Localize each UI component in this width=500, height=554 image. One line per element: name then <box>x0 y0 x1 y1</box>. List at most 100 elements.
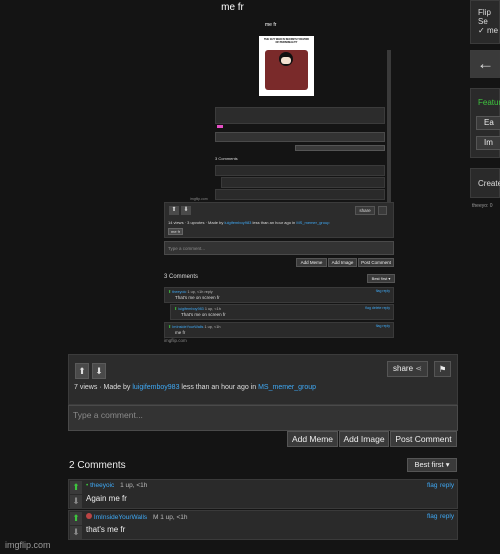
inner-comment-row-3 <box>215 189 385 200</box>
post-comment-button[interactable]: Post Comment <box>390 431 457 447</box>
mid-post-author[interactable]: luigifemboy983 <box>224 220 251 225</box>
inner-tag <box>217 125 223 128</box>
mid-comment-3-text: me fr <box>175 330 186 335</box>
comment-1-reply[interactable]: reply <box>440 482 454 489</box>
comment-2-text: that's me fr <box>86 525 126 534</box>
inner-comment-count: 3 Comments <box>215 156 238 161</box>
share-icon: ⋖ <box>415 364 422 373</box>
add-image-button[interactable]: Add Image <box>339 431 389 447</box>
mid-sort-button[interactable]: Best first ▾ <box>367 274 395 283</box>
me-checkbox[interactable]: ✓ me <box>478 26 498 35</box>
comment-2-flag[interactable]: flag <box>427 513 437 520</box>
comment-2-downvote[interactable]: ⬇ <box>70 526 82 539</box>
mid-share-button[interactable]: share <box>355 206 375 215</box>
mid-comment-2-text: That's me on screen fr <box>181 312 226 317</box>
post-stream[interactable]: MS_memer_group <box>258 384 316 391</box>
upvote-button[interactable]: ⬆ <box>75 363 89 379</box>
mid-flag-button[interactable] <box>378 206 387 215</box>
featured-button-2[interactable]: Im <box>476 136 500 150</box>
featured-button-1[interactable]: Ea <box>476 116 500 130</box>
mid-add-image-button[interactable]: Add Image <box>328 258 357 267</box>
inner-footer: imgflip.com <box>190 197 208 201</box>
mid-comment-2-meta: 1 up, <1h <box>204 307 221 311</box>
mid-comment-1-username[interactable]: theeyoic <box>172 290 186 294</box>
sort-button[interactable]: Best first ▾ <box>407 458 457 472</box>
featured-label: Featur <box>478 98 500 107</box>
comment-1-header: • theeyoic 1 up, <1h <box>86 482 147 489</box>
arrow-up-icon: ⬆ <box>78 366 86 376</box>
sidebar-flip-settings: Flip Se ✓ me <box>470 0 500 44</box>
mid-comment-3-actions[interactable]: flag reply <box>376 324 390 328</box>
share-button[interactable]: share ⋖ <box>387 361 428 377</box>
mid-post-panel: ⬆ ⬇ share 14 views · 3 upvotes · Made by… <box>164 202 394 238</box>
comment-1-flag[interactable]: flag <box>427 482 437 489</box>
comment-2-header: ImInsideYourWalls M 1 up, <1h <box>86 513 188 521</box>
inner-scrollbar[interactable] <box>387 50 391 210</box>
mid-comment-3-username[interactable]: ImInsideYourWalls <box>172 325 203 329</box>
mid-post-stream[interactable]: MS_memer_group <box>296 220 329 225</box>
me-checkbox-label: me <box>486 26 499 35</box>
arrow-left-icon: ← <box>477 54 494 73</box>
mid-add-meme-button[interactable]: Add Meme <box>296 258 327 267</box>
arrow-up-icon: ⬆ <box>72 513 80 523</box>
inner-post-panel <box>215 107 385 124</box>
sidebar-user-tag: theeyo: 0 <box>472 203 493 209</box>
meme-image: me fr THE GUY WHO IS SECRETLY DEVOID OF … <box>164 12 400 343</box>
mid-comment-2-actions[interactable]: flag delete reply <box>365 306 390 310</box>
mid-post-stats: 14 views · 3 upvotes · Made by <box>168 220 224 225</box>
comment-count: 2 Comments <box>69 460 126 471</box>
post-panel: ⬆ ⬇ share ⋖ ⚑ 7 views · Made by luigifem… <box>68 354 458 405</box>
mid-comment-2-user: ⬆ luigifemboy983 1 up, <1h <box>174 307 221 311</box>
inner-title: me fr <box>265 22 277 28</box>
downvote-button[interactable]: ⬇ <box>92 363 106 379</box>
back-arrow-button[interactable]: ← <box>470 50 500 78</box>
footer-watermark: imgflip.com <box>5 540 51 550</box>
create-label: Create <box>478 179 500 188</box>
mid-comment-1-user: ⬆ theeyoic 1 up, <1h reply <box>168 290 213 294</box>
comment-2-upvote[interactable]: ⬆ <box>70 512 82 525</box>
comment-1-avatar: • <box>86 482 89 489</box>
flag-button[interactable]: ⚑ <box>434 361 451 377</box>
mid-comment-3-user: ⬆ ImInsideYourWalls 1 up, <1h <box>168 325 221 329</box>
comment-2-avatar <box>86 513 92 519</box>
flip-settings-label: Flip Se <box>478 8 491 26</box>
arrow-up-icon: ⬆ <box>72 482 80 492</box>
comment-1-text: Again me fr <box>86 494 127 503</box>
comment-1-username[interactable]: theeyoic <box>90 482 114 489</box>
inner-meme-caption: THE GUY WHO IS SECRETLY DEVOID OF PERSON… <box>264 38 309 44</box>
mid-post-time: less than an hour ago in <box>251 220 297 225</box>
post-meta: 7 views · Made by luigifemboy983 less th… <box>74 384 316 391</box>
mid-post-comment-button[interactable]: Post Comment <box>358 258 394 267</box>
comment-1-meta: 1 up, <1h <box>120 482 148 489</box>
mid-comment-count: 3 Comments <box>164 274 199 280</box>
inner-comment-input[interactable] <box>215 132 385 142</box>
mid-sort-label: Best first <box>371 276 388 281</box>
chevron-down-icon: ▾ <box>445 460 450 469</box>
inner-comment-row-1 <box>215 165 385 176</box>
mid-comment-1-meta: 1 up, <1h reply <box>187 290 213 294</box>
mid-footer: imgflip.com <box>164 338 187 343</box>
comment-2-reply[interactable]: reply <box>440 513 454 520</box>
inner-screenshot: me fr THE GUY WHO IS SECRETLY DEVOID OF … <box>175 22 395 210</box>
mid-comment-1-actions[interactable]: flag reply <box>376 289 390 293</box>
comment-1-downvote[interactable]: ⬇ <box>70 495 82 508</box>
post-author[interactable]: luigifemboy983 <box>132 384 179 391</box>
inner-meme-thumbnail: THE GUY WHO IS SECRETLY DEVOID OF PERSON… <box>259 36 314 96</box>
mid-share-label: share <box>359 208 371 213</box>
arrow-down-icon: ⬇ <box>95 366 103 376</box>
meme-character-face <box>281 57 291 64</box>
comment-input[interactable]: Type a comment... <box>68 405 458 431</box>
mid-comment-input[interactable]: Type a comment... <box>164 241 394 255</box>
comment-2-username[interactable]: ImInsideYourWalls <box>94 514 147 521</box>
add-meme-button[interactable]: Add Meme <box>287 431 338 447</box>
mid-comment-2-username[interactable]: luigifemboy983 <box>178 307 204 311</box>
mid-comment-row-2: ⬆ luigifemboy983 1 up, <1h That's me on … <box>170 304 394 320</box>
mid-post-meta: 14 views · 3 upvotes · Made by luigifemb… <box>168 220 329 225</box>
inner-action-buttons[interactable] <box>295 145 385 151</box>
mid-vote-down[interactable]: ⬇ <box>181 206 191 215</box>
sidebar-create[interactable]: Create <box>470 168 500 198</box>
mid-vote-up[interactable]: ⬆ <box>169 206 179 215</box>
share-label: share <box>393 364 414 373</box>
comment-1-upvote[interactable]: ⬆ <box>70 481 82 494</box>
mid-post-tag[interactable]: me fr <box>168 228 184 235</box>
